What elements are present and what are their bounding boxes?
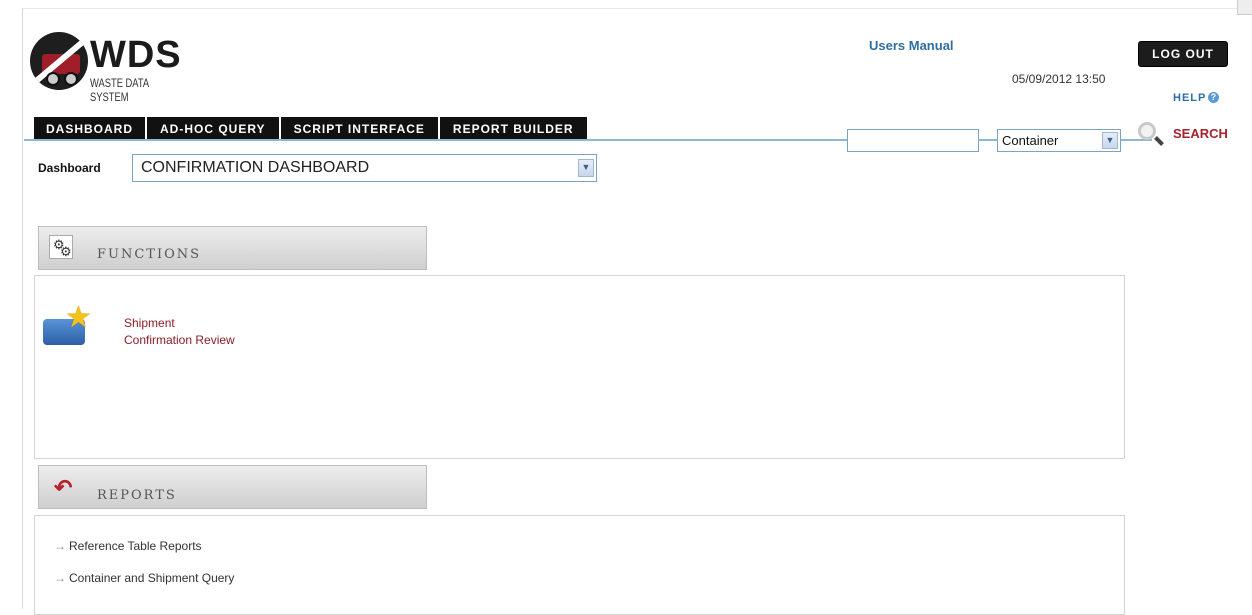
functions-header: ⚙ ⚙ FUNCTIONS: [38, 226, 427, 270]
truck-star-icon[interactable]: ★: [43, 303, 95, 349]
arrow-right-icon: →: [54, 571, 66, 585]
tab-dashboard[interactable]: DASHBOARD: [34, 117, 145, 141]
help-label: HELP: [1173, 92, 1207, 104]
users-manual-link[interactable]: Users Manual: [869, 38, 954, 53]
report-link-label: Reference Table Reports: [69, 539, 202, 553]
search-type-value: Container: [1002, 133, 1059, 148]
wds-logo[interactable]: WDS WASTE DATA SYSTEM: [30, 32, 200, 104]
help-link[interactable]: HELP?: [1173, 92, 1220, 104]
chevron-down-icon[interactable]: ▼: [1102, 132, 1118, 149]
reports-header: REPORTS: [38, 465, 427, 509]
reports-panel: [34, 515, 1125, 615]
report-link-container-shipment[interactable]: → Container and Shipment Query: [54, 571, 234, 585]
wds-truck-logo-icon: [30, 32, 88, 90]
functions-title: FUNCTIONS: [97, 247, 202, 262]
logout-button[interactable]: LOG OUT: [1138, 41, 1228, 67]
arrow-right-icon: →: [54, 539, 66, 553]
gears-icon: ⚙ ⚙: [49, 235, 73, 259]
dashboard-select[interactable]: CONFIRMATION DASHBOARD ▼: [132, 154, 597, 182]
current-datetime: 05/09/2012 13:50: [1012, 72, 1106, 86]
main-tabs: DASHBOARD AD-HOC QUERY SCRIPT INTERFACE …: [34, 117, 587, 141]
logo-title: WDS: [90, 34, 182, 76]
tab-divider-rule: [24, 139, 1152, 141]
tab-script-interface[interactable]: SCRIPT INTERFACE: [280, 117, 438, 141]
search-input[interactable]: [847, 129, 979, 152]
dashboard-label: Dashboard: [38, 161, 101, 175]
report-link-reference-tables[interactable]: → Reference Table Reports: [54, 539, 202, 553]
shipment-link[interactable]: Shipment: [124, 316, 175, 330]
chevron-down-icon[interactable]: ▼: [578, 159, 594, 177]
report-link-label: Container and Shipment Query: [69, 571, 235, 585]
back-arrow-icon: ↶: [54, 475, 73, 500]
logo-subtitle: WASTE DATA SYSTEM: [90, 76, 149, 104]
reports-title: REPORTS: [97, 488, 177, 503]
tab-ad-hoc-query[interactable]: AD-HOC QUERY: [147, 117, 279, 141]
search-button[interactable]: SEARCH: [1173, 126, 1228, 141]
functions-panel: [34, 275, 1125, 459]
confirmation-review-link[interactable]: Confirmation Review: [124, 333, 235, 347]
search-type-select[interactable]: Container ▼: [997, 129, 1121, 152]
tab-report-builder[interactable]: REPORT BUILDER: [439, 117, 587, 141]
scrollbar-corner[interactable]: [1237, 0, 1252, 15]
help-circle-icon: ?: [1208, 92, 1220, 103]
magnifier-icon[interactable]: [1138, 122, 1164, 148]
dashboard-select-value: CONFIRMATION DASHBOARD: [141, 159, 370, 176]
